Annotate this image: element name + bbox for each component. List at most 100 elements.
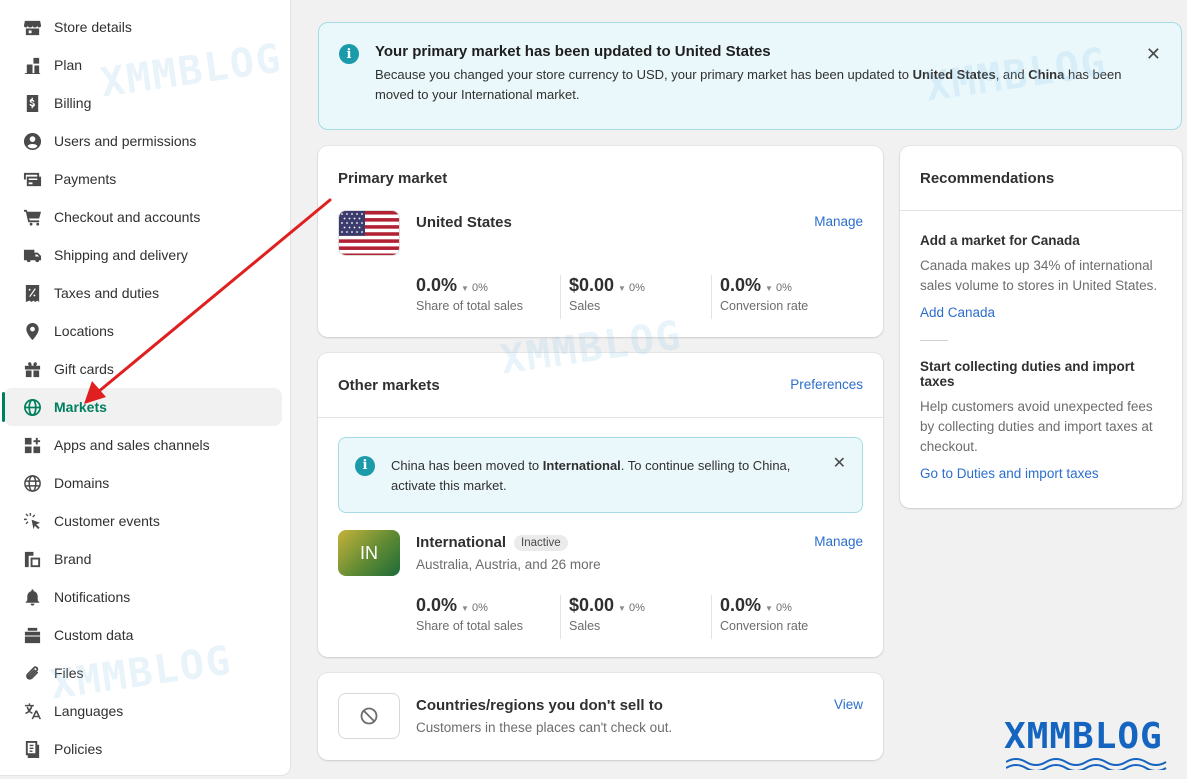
- document-icon: [22, 739, 42, 759]
- sidebar-item-customer-events[interactable]: Customer events: [4, 502, 282, 540]
- primary-market-card: Primary market United States Manage 0.0%…: [318, 146, 883, 337]
- info-icon: i: [355, 456, 375, 476]
- sidebar-item-label: Apps and sales channels: [54, 437, 210, 453]
- sidebar-item-gift-cards[interactable]: Gift cards: [4, 350, 282, 388]
- card-title: Primary market: [338, 170, 448, 187]
- recommendation-item: Start collecting duties and import taxes…: [920, 359, 1170, 481]
- metric-conversion-rate: 0.0% ▼ 0% Conversion rate: [711, 595, 808, 639]
- market-name: United States: [416, 214, 512, 231]
- sidebar-item-label: Brand: [54, 551, 92, 567]
- sidebar-item-label: Gift cards: [54, 361, 114, 377]
- sidebar-item-brand[interactable]: Brand: [4, 540, 282, 578]
- sidebar-item-label: Customer events: [54, 513, 160, 529]
- sidebar-item-users[interactable]: Users and permissions: [4, 122, 282, 160]
- caret-down-icon: ▼: [765, 604, 773, 613]
- domain-globe-icon: [22, 473, 42, 493]
- sidebar-item-label: Policies: [54, 741, 103, 757]
- sidebar-item-apps[interactable]: Apps and sales channels: [4, 426, 282, 464]
- excluded-title: Countries/regions you don't sell to: [416, 697, 663, 714]
- recommendation-list: Add a market for Canada Canada makes up …: [920, 233, 1170, 481]
- market-countries: Australia, Austria, and 26 more: [416, 557, 601, 572]
- caret-down-icon: ▼: [461, 284, 469, 293]
- metric-sales: $0.00 ▼ 0% Sales: [560, 275, 645, 319]
- sidebar-item-policies[interactable]: Policies: [4, 730, 282, 768]
- close-icon[interactable]: ✕: [1146, 45, 1161, 63]
- brand-icon: [22, 549, 42, 569]
- paperclip-icon: [22, 663, 42, 683]
- sidebar-item-label: Shipping and delivery: [54, 247, 188, 263]
- xmmblog-logo: XMMBLOG: [1004, 716, 1163, 757]
- sidebar-item-notifications[interactable]: Notifications: [4, 578, 282, 616]
- manage-international-market-link[interactable]: Manage: [814, 534, 863, 549]
- banner-message: Because you changed your store currency …: [375, 67, 1122, 102]
- divider: [920, 340, 948, 341]
- divider: [900, 210, 1182, 211]
- receipt-icon: [22, 283, 42, 303]
- recommendations-card: Recommendations Add a market for Canada …: [900, 146, 1182, 508]
- caret-down-icon: ▼: [618, 604, 626, 613]
- sidebar-item-shipping[interactable]: Shipping and delivery: [4, 236, 282, 274]
- sidebar-item-label: Domains: [54, 475, 110, 491]
- status-badge: Inactive: [514, 535, 568, 552]
- sidebar-item-label: Store details: [54, 19, 132, 35]
- billing-icon: [22, 93, 42, 113]
- sidebar-item-checkout[interactable]: Checkout and accounts: [4, 198, 282, 236]
- sidebar-item-billing[interactable]: Billing: [4, 84, 282, 122]
- info-icon: i: [339, 44, 359, 64]
- sidebar-item-label: Users and permissions: [54, 133, 197, 149]
- card-title: Recommendations: [920, 170, 1055, 187]
- sidebar-item-payments[interactable]: Payments: [4, 160, 282, 198]
- gift-icon: [22, 359, 42, 379]
- sidebar-item-label: Files: [54, 665, 84, 681]
- sidebar-item-languages[interactable]: Languages: [4, 692, 282, 730]
- sidebar-item-files[interactable]: Files: [4, 654, 282, 692]
- card-title: Other markets: [338, 377, 440, 394]
- sidebar-item-label: Notifications: [54, 589, 131, 605]
- plan-icon: [22, 55, 42, 75]
- logo-waves-icon: [1006, 758, 1167, 770]
- us-flag-icon: [338, 210, 400, 256]
- payments-icon: [22, 169, 42, 189]
- preferences-link[interactable]: Preferences: [790, 377, 863, 392]
- caret-down-icon: ▼: [618, 284, 626, 293]
- sidebar-item-custom-data[interactable]: Custom data: [4, 616, 282, 654]
- close-icon[interactable]: ✕: [833, 456, 846, 472]
- bell-icon: [22, 587, 42, 607]
- metric-conversion-rate: 0.0% ▼ 0% Conversion rate: [711, 275, 808, 319]
- metric-share-of-sales: 0.0% ▼ 0% Share of total sales: [416, 275, 524, 313]
- sidebar-item-label: Taxes and duties: [54, 285, 160, 301]
- sidebar-item-label: Languages: [54, 703, 124, 719]
- apps-icon: [22, 435, 42, 455]
- store-icon: [22, 17, 42, 37]
- sidebar-item-label: Locations: [54, 323, 114, 339]
- recommendation-item: Add a market for Canada Canada makes up …: [920, 233, 1170, 320]
- location-icon: [22, 321, 42, 341]
- banner-title: Your primary market has been updated to …: [375, 43, 771, 60]
- translate-icon: [22, 701, 42, 721]
- sidebar-item-plan[interactable]: Plan: [4, 46, 282, 84]
- settings-sidebar: Store details Plan Billing Users and per…: [0, 0, 291, 776]
- caret-down-icon: ▼: [461, 604, 469, 613]
- duties-taxes-link[interactable]: Go to Duties and import taxes: [920, 466, 1170, 481]
- other-markets-card: Other markets Preferences i China has be…: [318, 353, 883, 657]
- china-moved-notice: i China has been moved to International.…: [338, 437, 863, 513]
- sidebar-item-domains[interactable]: Domains: [4, 464, 282, 502]
- manage-primary-market-link[interactable]: Manage: [814, 214, 863, 229]
- block-icon: [338, 693, 400, 739]
- add-canada-link[interactable]: Add Canada: [920, 305, 1170, 320]
- sidebar-item-label: Plan: [54, 57, 83, 73]
- excluded-subtitle: Customers in these places can't check ou…: [416, 720, 673, 735]
- user-icon: [22, 131, 42, 151]
- sidebar-item-label: Checkout and accounts: [54, 209, 201, 225]
- sidebar-item-markets[interactable]: Markets: [2, 388, 282, 426]
- sidebar-item-label: Markets: [54, 399, 107, 415]
- divider: [318, 417, 883, 418]
- sidebar-item-locations[interactable]: Locations: [4, 312, 282, 350]
- market-avatar: IN: [338, 530, 400, 576]
- excluded-regions-card: Countries/regions you don't sell to Cust…: [318, 673, 883, 760]
- sidebar-item-label: Payments: [54, 171, 117, 187]
- sidebar-item-label: Custom data: [54, 627, 134, 643]
- sidebar-item-store-details[interactable]: Store details: [4, 8, 282, 46]
- view-excluded-link[interactable]: View: [834, 697, 863, 712]
- sidebar-item-taxes[interactable]: Taxes and duties: [4, 274, 282, 312]
